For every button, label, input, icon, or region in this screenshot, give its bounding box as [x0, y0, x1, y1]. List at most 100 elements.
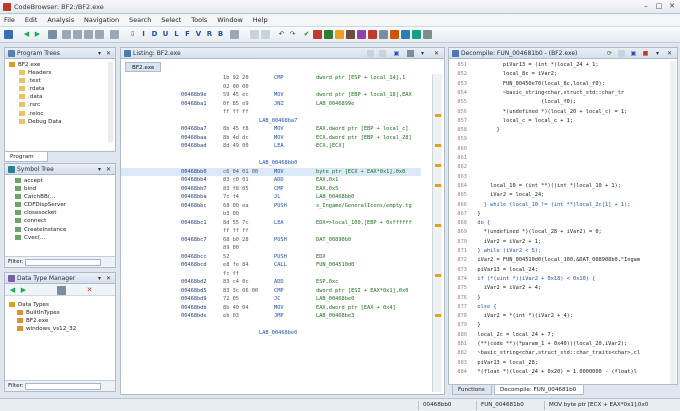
code-text[interactable]: iVar2 = local_24; [471, 191, 544, 200]
listing-address[interactable]: 00468b9e [181, 91, 207, 100]
code-label[interactable]: LAB_00468ba7 [259, 117, 297, 126]
decompiler-line[interactable]: 877 else { [449, 303, 667, 312]
scrollbar[interactable] [670, 61, 676, 384]
code-text[interactable]: piVar13 = local_28; [471, 359, 538, 368]
b-icon[interactable]: B [216, 30, 225, 39]
code-text[interactable]: } [471, 294, 480, 303]
code-text[interactable]: iVar2 = *(int *)(iVar2 + 4); [471, 312, 573, 321]
tab-listing-file[interactable]: BF2.exe [125, 62, 162, 72]
listing-operands[interactable]: EDX=>local_100,[EBP + 0xffffff [316, 219, 412, 228]
bookmark-icon[interactable] [313, 30, 322, 39]
decompiler-line[interactable]: 861 [449, 154, 667, 163]
panel-menu-icon[interactable]: ▾ [419, 50, 426, 57]
decompiler-line[interactable]: 876 } [449, 294, 667, 303]
symbol-item[interactable]: CDFDispServer [15, 201, 115, 209]
listing-operands[interactable]: ESP,0xc [316, 278, 338, 287]
listing-address[interactable]: 00468bde [181, 312, 207, 321]
code-label[interactable]: LAB_00468be0 [259, 329, 297, 338]
code-text[interactable]: iVar2 = FUN_004510d0(local_100,&DAT_0089… [471, 256, 640, 265]
tool-icon-5[interactable] [110, 30, 119, 39]
listing-row[interactable]: 1b 92 20 CMP dword ptr [ESP + local_14],1 [121, 74, 421, 83]
listing-operands[interactable]: LAB_00468bb0 [316, 193, 354, 202]
tree-item[interactable]: .rdata [9, 85, 115, 93]
listing-operands[interactable]: FUN_004510d0 [316, 261, 354, 270]
code-text[interactable]: (**(code **)(*param_1 + 0x40))(local_20,… [471, 340, 627, 349]
listing-address[interactable]: 00468bb7 [181, 185, 207, 194]
tree-item[interactable]: .data [9, 93, 115, 101]
panel-menu-icon[interactable]: ▾ [654, 50, 661, 57]
listing-operands[interactable]: EAX,0x1 [316, 176, 338, 185]
code-text[interactable]: piVar13 = (int *)local_24 + 1; [471, 61, 599, 70]
tree-item[interactable]: Headers [9, 69, 115, 77]
decompiler-line[interactable]: 866 } while (local_10 != (int **)local_2… [449, 201, 667, 210]
listing-row[interactable]: 00468bde eb 03 JMP LAB_00468be3 [121, 312, 421, 321]
decompiler-line[interactable]: 883 piVar13 = local_28; [449, 359, 667, 368]
f-icon[interactable]: F [183, 30, 192, 39]
decompiler-line[interactable]: 859 [449, 135, 667, 144]
listing-row[interactable]: 00468bd9 72 05 JC LAB_00468be0 [121, 295, 421, 304]
decompiler-line[interactable]: 865 iVar2 = local_24; [449, 191, 667, 200]
forward-icon[interactable]: ▶ [19, 286, 28, 295]
symbol-item[interactable]: bind [15, 185, 115, 193]
panel-close-icon[interactable]: ✕ [105, 166, 112, 173]
panel-close-icon[interactable]: ✕ [433, 50, 440, 57]
code-text[interactable]: piVar13 = local_24; [471, 266, 538, 275]
listing-row[interactable]: 00468bb0 c6 04 01 00 MOV byte ptr [ECX + EA… [121, 167, 421, 177]
minimize-button[interactable]: – [640, 2, 652, 11]
listing-row[interactable]: ff ff ff [121, 227, 421, 236]
decompiler-line[interactable]: 884 *(float *)(local_24 + 0x20) = 1.0000… [449, 368, 667, 377]
decompiler-body[interactable]: 851 piVar13 = (int *)local_24 + 1; 852 lo… [449, 61, 669, 384]
listing-row[interactable]: 00468bc1 8d 55 7c LEA EDX=>local_100,[EBP +… [121, 219, 421, 228]
copy-icon[interactable] [250, 30, 259, 39]
tool-icon-1[interactable] [62, 30, 71, 39]
code-text[interactable]: } while (iVar2 < 5); [471, 247, 541, 256]
listing-operands[interactable]: EAX,dword ptr [EAX + 0x4] [316, 304, 396, 313]
decompiler-line[interactable]: 869 *(undefined *)(local_28 + iVar2) = 0… [449, 228, 667, 237]
decompiler-line[interactable]: 882 ~basic_string<char,struct_std::char_… [449, 349, 667, 358]
symbol-item[interactable]: connect [15, 217, 115, 225]
menu-window[interactable]: Window [213, 14, 247, 27]
decompiler-line[interactable]: 851 piVar13 = (int *)local_24 + 1; [449, 61, 667, 70]
panel-close-icon[interactable]: ✕ [666, 50, 673, 57]
listing-row[interactable]: 00468bcd e8 fe 84 CALL FUN_004510d0 [121, 261, 421, 270]
symbol-item[interactable]: CatchBB(... [15, 193, 115, 201]
listing-address[interactable]: 00468baa [181, 134, 207, 143]
menu-select[interactable]: Select [157, 14, 185, 27]
menu-file[interactable]: File [0, 14, 19, 27]
code-text[interactable]: do { [471, 219, 490, 228]
listing-address[interactable]: 00468bb0 [181, 168, 207, 177]
listing-row[interactable]: ff ff ff [121, 108, 421, 117]
decompiler-line[interactable]: 852 local_8c = iVar2; [449, 70, 667, 79]
memory-icon[interactable] [335, 30, 344, 39]
listing-address[interactable]: 00468bdb [181, 304, 207, 313]
tree-item[interactable]: Debug Data [9, 118, 115, 126]
decompiler-line[interactable]: 870 iVar2 = iVar2 + 1; [449, 238, 667, 247]
tool-icon-8[interactable] [390, 30, 399, 39]
copy-icon[interactable] [618, 50, 625, 57]
panel-menu-icon[interactable]: ▾ [96, 275, 103, 282]
listing-row[interactable] [121, 151, 421, 160]
code-text[interactable]: if (*(uint *)(iVar2 + 0x18) < 0x10) { [471, 275, 595, 284]
listing-row[interactable] [121, 321, 421, 330]
decompiler-line[interactable]: 879 } [449, 321, 667, 330]
panel-menu-icon[interactable]: ▾ [96, 50, 103, 57]
decompiler-line[interactable]: 858 } [449, 126, 667, 135]
code-text[interactable]: } while (local_10 != (int **)local_2c[1]… [471, 201, 631, 210]
listing-operands[interactable]: EAX,dword ptr [EBP + local_c] [316, 125, 408, 134]
scrollbar[interactable] [108, 62, 113, 142]
panel-close-icon[interactable]: ✕ [105, 275, 112, 282]
listing-address[interactable]: 00468bd9 [181, 295, 207, 304]
d-icon[interactable]: D [150, 30, 159, 39]
data-type-item[interactable]: windows_vs12_32 [9, 325, 76, 333]
listing-row[interactable]: fc ff [121, 270, 421, 279]
listing-address[interactable]: 00468bcc [181, 253, 207, 262]
data-type-root[interactable]: Data Types [9, 301, 76, 309]
listing-row[interactable]: b3 00 [121, 210, 421, 219]
save-icon[interactable] [4, 30, 13, 39]
listing-address[interactable]: 00468bcd [181, 261, 207, 270]
listing-address[interactable]: 00468bc1 [181, 219, 207, 228]
decompiler-line[interactable]: 880 local_2c = local_24 + 7; [449, 331, 667, 340]
listing-row[interactable]: 00468bba 7c f4 JL LAB_00468bb0 [121, 193, 421, 202]
listing-row[interactable]: 00468b9e 59 45 ec MOV dword ptr [EBP + loca… [121, 91, 421, 100]
decompiler-line[interactable]: 854 ~basic_string<char,struct_std::char_… [449, 89, 667, 98]
